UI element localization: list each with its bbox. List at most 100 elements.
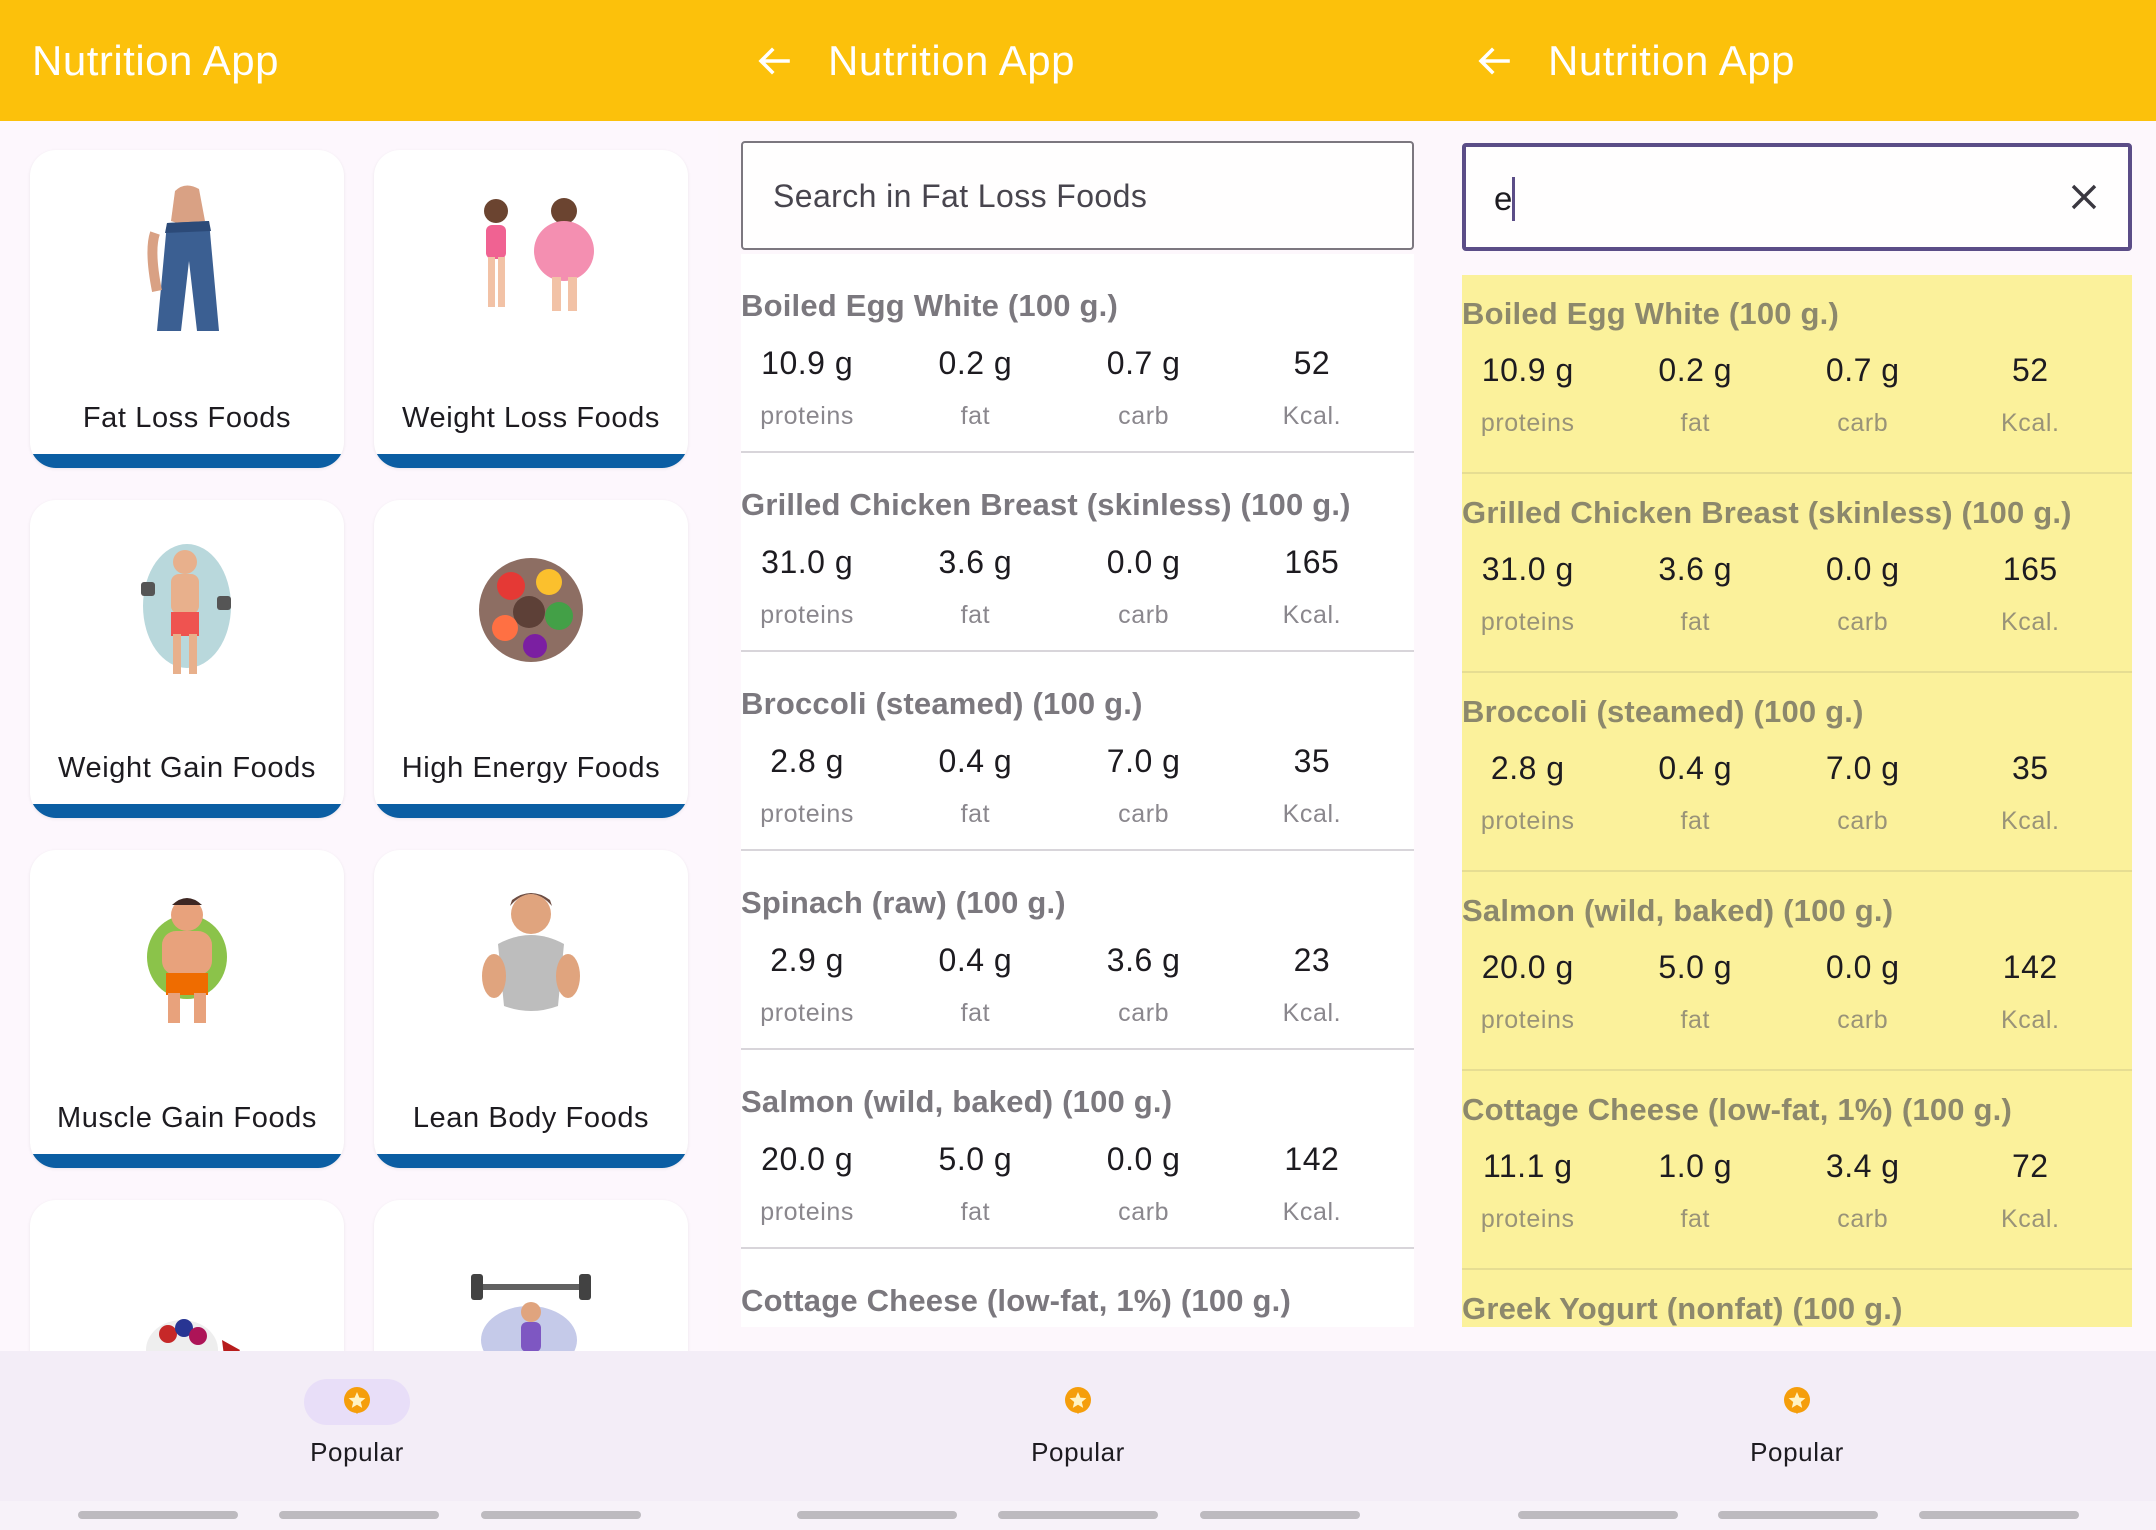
kcal-label: Kcal.: [2000, 409, 2060, 437]
carb-value: 0.0 g: [1106, 544, 1181, 580]
gesture-segment: [481, 1511, 641, 1519]
list-item[interactable]: Spinach (raw) (100 g.) 2.9 g proteins 0.4…: [741, 851, 1414, 1050]
gesture-segment: [797, 1511, 957, 1519]
carb-label: carb: [1837, 409, 1889, 437]
list-item[interactable]: Grilled Chicken Breast (skinless) (100 g…: [741, 453, 1414, 652]
carb-label: carb: [1118, 999, 1170, 1027]
clear-icon[interactable]: [2064, 177, 2104, 217]
carb-value: 0.7 g: [1106, 345, 1181, 381]
proteins-label: proteins: [1480, 807, 1575, 835]
kcal-label: Kcal.: [1282, 1198, 1342, 1226]
fat-value: 1.0 g: [1658, 1148, 1733, 1184]
kcal-value: 165: [2002, 551, 2058, 587]
kcal-label: Kcal.: [1282, 800, 1342, 828]
category-card-weight-loss[interactable]: Weight Loss Foods: [374, 150, 688, 468]
back-arrow-icon[interactable]: [754, 41, 794, 81]
back-arrow-icon[interactable]: [1474, 41, 1514, 81]
star-badge-icon: [1065, 1387, 1091, 1414]
fat-label: fat: [960, 402, 991, 430]
food-list[interactable]: Boiled Egg White (100 g.) 10.9 g proteins…: [1462, 275, 2132, 1327]
carb-value: 0.0 g: [1106, 1141, 1181, 1177]
food-list[interactable]: Boiled Egg White (100 g.) 10.9 g proteins…: [741, 254, 1414, 1327]
category-card-high-energy[interactable]: High Energy Foods: [374, 500, 688, 818]
category-card-muscle-gain[interactable]: Muscle Gain Foods: [30, 850, 344, 1168]
proteins-value: 31.0 g: [761, 544, 854, 580]
category-label: Muscle Gain Foods: [56, 1102, 318, 1134]
fat-label: fat: [1680, 1006, 1711, 1034]
carb-value: 0.0 g: [1825, 949, 1900, 985]
category-card-weight-gain[interactable]: Weight Gain Foods: [30, 500, 344, 818]
carb-value: 3.6 g: [1106, 942, 1181, 978]
carb-value: 0.0 g: [1825, 551, 1900, 587]
carb-label: carb: [1118, 601, 1170, 629]
fat-label: fat: [960, 999, 991, 1027]
category-card-fat-loss[interactable]: Fat Loss Foods: [30, 150, 344, 468]
proteins-value: 10.9 g: [761, 345, 854, 381]
fat-value: 3.6 g: [938, 544, 1013, 580]
category-label: Lean Body Foods: [412, 1102, 650, 1134]
list-item[interactable]: Boiled Egg White (100 g.) 10.9 g proteins…: [741, 254, 1414, 453]
home-screen: Nutrition App Fat Loss Foods Weight Loss…: [0, 0, 718, 1530]
kcal-value: 35: [1293, 743, 1331, 779]
nav-item-popular[interactable]: [1025, 1379, 1131, 1425]
list-item[interactable]: Cottage Cheese (low-fat, 1%) (100 g.): [741, 1249, 1414, 1327]
list-item[interactable]: Cottage Cheese (low-fat, 1%) (100 g.) 11…: [1462, 1071, 2132, 1270]
proteins-value: 31.0 g: [1481, 551, 1574, 587]
kcal-label: Kcal.: [2000, 1205, 2060, 1233]
list-item[interactable]: Salmon (wild, baked) (100 g.) 20.0 g prot…: [741, 1050, 1414, 1249]
nav-item-popular[interactable]: [1744, 1379, 1850, 1425]
fat-value: 0.2 g: [1658, 352, 1733, 388]
fat-label: fat: [960, 1198, 991, 1226]
food-name: Cottage Cheese (low-fat, 1%) (100 g.): [1462, 1092, 2012, 1127]
fat-value: 0.4 g: [1658, 750, 1733, 786]
category-card-lean-body[interactable]: Lean Body Foods: [374, 850, 688, 1168]
category-label: High Energy Foods: [401, 752, 661, 784]
proteins-label: proteins: [1480, 608, 1575, 636]
gesture-segment: [1718, 1511, 1878, 1519]
proteins-value: 2.8 g: [1490, 750, 1565, 786]
food-name: Salmon (wild, baked) (100 g.): [741, 1084, 1173, 1119]
carb-value: 3.4 g: [1825, 1148, 1900, 1184]
list-item[interactable]: Grilled Chicken Breast (skinless) (100 g…: [1462, 474, 2132, 673]
carb-label: carb: [1837, 1006, 1889, 1034]
kcal-value: 52: [1293, 345, 1331, 381]
proteins-value: 2.8 g: [770, 743, 844, 779]
search-input[interactable]: e: [1462, 143, 2132, 251]
list-item[interactable]: Broccoli (steamed) (100 g.) 2.8 g protein…: [1462, 673, 2132, 872]
bottom-navigation: Popular: [1438, 1351, 2156, 1501]
food-name: Grilled Chicken Breast (skinless) (100 g…: [1462, 495, 2072, 530]
list-item[interactable]: Greek Yogurt (nonfat) (100 g.): [1462, 1270, 2132, 1327]
app-title: Nutrition App: [32, 36, 279, 84]
dumbbell-man-icon: [30, 526, 344, 696]
food-name: Spinach (raw) (100 g.): [741, 885, 1066, 920]
list-item[interactable]: Salmon (wild, baked) (100 g.) 20.0 g prot…: [1462, 872, 2132, 1071]
bottom-navigation: Popular: [0, 1351, 718, 1501]
carb-label: carb: [1837, 807, 1889, 835]
proteins-label: proteins: [760, 1198, 854, 1226]
proteins-value: 2.9 g: [770, 942, 844, 978]
list-item[interactable]: Broccoli (steamed) (100 g.) 2.8 g protein…: [741, 652, 1414, 851]
carb-label: carb: [1837, 1205, 1889, 1233]
search-input[interactable]: Search in Fat Loss Foods: [741, 141, 1414, 250]
food-name: Boiled Egg White (100 g.): [741, 288, 1119, 323]
card-accent-bar: [374, 454, 688, 468]
app-bar: Nutrition App: [0, 0, 718, 121]
app-bar: Nutrition App: [1438, 0, 2156, 121]
bottom-navigation: Popular: [718, 1351, 1438, 1501]
card-accent-bar: [374, 804, 688, 818]
star-badge-icon: [344, 1387, 370, 1414]
card-accent-bar: [30, 454, 344, 468]
kcal-value: 142: [1284, 1141, 1340, 1177]
kcal-label: Kcal.: [1282, 601, 1342, 629]
nav-item-popular[interactable]: [304, 1379, 410, 1425]
proteins-value: 11.1 g: [1482, 1148, 1573, 1184]
kcal-label: Kcal.: [1282, 402, 1342, 430]
kcal-value: 165: [1284, 544, 1340, 580]
list-item[interactable]: Boiled Egg White (100 g.) 10.9 g proteins…: [1462, 275, 2132, 474]
food-name: Broccoli (steamed) (100 g.): [1462, 694, 1864, 729]
fat-label: fat: [1680, 608, 1711, 636]
kcal-value: 35: [2011, 750, 2049, 786]
card-accent-bar: [374, 1154, 688, 1168]
gesture-segment: [78, 1511, 238, 1519]
gesture-segment: [998, 1511, 1158, 1519]
